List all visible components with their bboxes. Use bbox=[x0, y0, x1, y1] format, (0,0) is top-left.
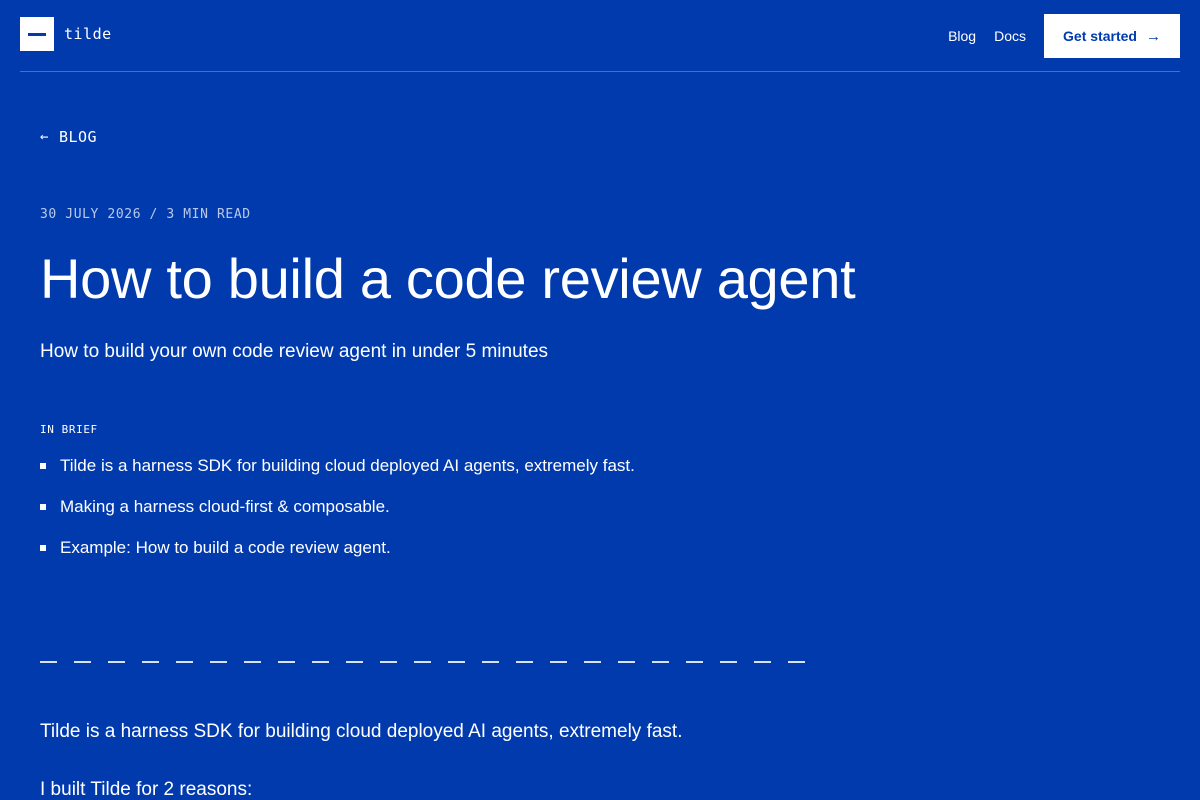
get-started-label: Get started bbox=[1063, 28, 1137, 44]
nav-link-blog[interactable]: Blog bbox=[948, 28, 976, 44]
nav-link-docs[interactable]: Docs bbox=[994, 28, 1026, 44]
square-bullet-icon bbox=[40, 462, 46, 469]
list-item: Tilde is a harness SDK for building clou… bbox=[40, 445, 635, 486]
tilde-logo-icon bbox=[20, 17, 54, 51]
in-brief-list: Tilde is a harness SDK for building clou… bbox=[40, 456, 635, 568]
square-bullet-icon bbox=[40, 544, 46, 551]
article-subtitle: How to build your own code review agent … bbox=[40, 341, 549, 362]
article-paragraph: I built Tilde for 2 reasons: bbox=[40, 779, 253, 800]
square-bullet-icon bbox=[40, 503, 46, 510]
list-item-text: Tilde is a harness SDK for building clou… bbox=[60, 455, 635, 475]
back-to-blog-link[interactable]: ← BLOG bbox=[40, 128, 97, 146]
arrow-right-icon: → bbox=[1145, 27, 1161, 45]
blog-post-page: tilde Blog Docs Get started → ← BLOG 30 … bbox=[0, 0, 1200, 800]
article-meta: 30 JULY 2026 / 3 MIN READ bbox=[40, 207, 251, 222]
arrow-left-icon: ← bbox=[40, 129, 49, 145]
dashed-divider bbox=[40, 661, 810, 663]
top-nav: Blog Docs Get started → bbox=[948, 14, 1180, 58]
article-paragraph: Tilde is a harness SDK for building clou… bbox=[40, 721, 683, 742]
list-item-text: Example: How to build a code review agen… bbox=[60, 537, 391, 557]
back-link-label: BLOG bbox=[58, 128, 98, 146]
get-started-button[interactable]: Get started → bbox=[1044, 14, 1180, 58]
in-brief-label: IN BRIEF bbox=[40, 423, 98, 436]
site-header: tilde Blog Docs Get started → bbox=[20, 0, 1180, 72]
article-title: How to build a code review agent bbox=[40, 247, 856, 310]
logo-text: tilde bbox=[64, 25, 112, 43]
home-logo-link[interactable]: tilde bbox=[20, 17, 112, 51]
list-item-text: Making a harness cloud-first & composabl… bbox=[60, 496, 390, 516]
list-item: Example: How to build a code review agen… bbox=[40, 527, 635, 568]
list-item: Making a harness cloud-first & composabl… bbox=[40, 486, 635, 527]
